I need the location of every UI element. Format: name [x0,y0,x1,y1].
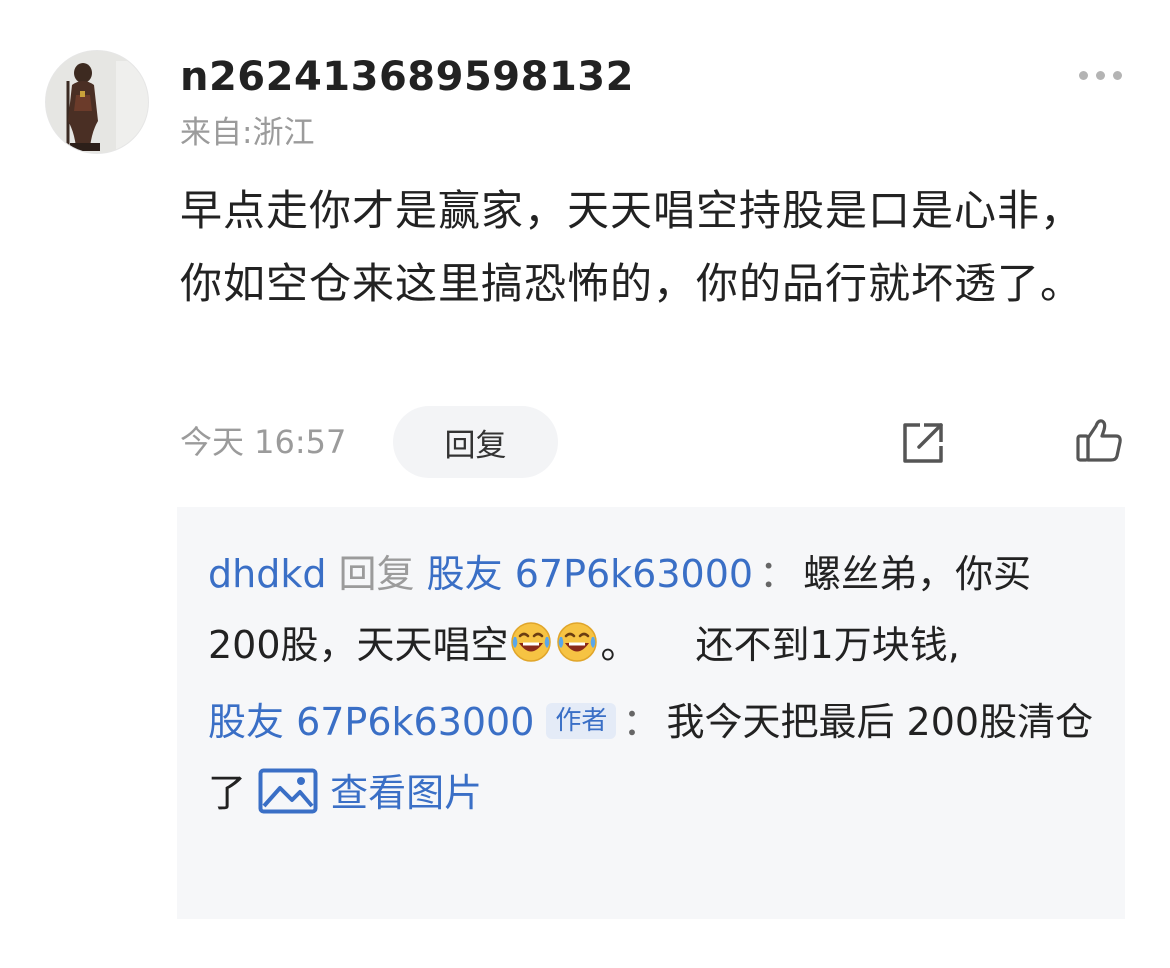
avatar-statue-image [46,51,148,153]
reply-action-label: 回复 [338,552,415,596]
replies-section: dhdkd 回复 股友 67P6k63000：螺丝弟，你买 200股，天天唱空 … [177,507,1125,919]
reply-separator: ： [759,552,798,596]
laughing-crying-emoji-icon [556,622,597,662]
reply-text-continued: 。 还不到1万块钱, [600,623,960,667]
thumbs-up-icon[interactable] [1074,414,1126,466]
reply-author-link[interactable]: 股友 67P6k63000 [208,700,534,744]
laughing-crying-emoji-icon [510,622,551,662]
comment-text: 早点走你才是赢家，天天唱空持股是口是心非，你如空仓来这里搞恐怖的，你的品行就坏透… [180,186,1084,308]
location-label: 来自:浙江 [180,115,315,151]
share-icon[interactable] [898,418,948,468]
reply-item: 股友 67P6k63000 作者：我今天把最后 200股清仓了 查看图片 [208,687,1095,829]
reply-author-link[interactable]: dhdkd [208,552,326,596]
comment-timestamp: 今天 16:57 [180,423,347,461]
author-badge: 作者 [546,703,617,739]
reply-button[interactable]: 回复 [393,406,558,478]
view-image-link[interactable]: 查看图片 [258,768,483,815]
reply-separator: ： [622,700,661,744]
reply-item: dhdkd 回复 股友 67P6k63000：螺丝弟，你买 200股，天天唱空 … [208,539,1095,681]
more-options-button[interactable] [1070,60,1130,90]
more-dots-icon [1112,70,1122,80]
more-dots-icon [1095,70,1105,80]
image-icon [258,768,318,814]
avatar[interactable] [45,50,149,154]
reply-target-link[interactable]: 股友 67P6k63000 [427,552,753,596]
username[interactable]: n262413689598132 [180,52,634,102]
more-dots-icon [1078,70,1088,80]
view-image-label: 查看图片 [330,771,483,815]
